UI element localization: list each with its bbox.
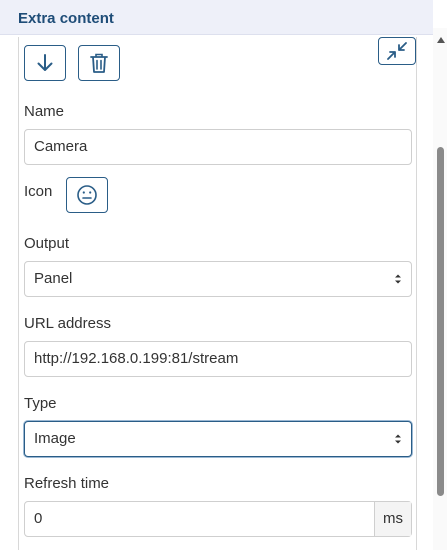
name-input[interactable]: Camera: [24, 129, 412, 165]
icon-picker-button[interactable]: [66, 177, 108, 213]
url-label: URL address: [24, 315, 111, 332]
refresh-time-input[interactable]: 0: [34, 502, 42, 536]
trash-icon: [90, 53, 108, 73]
icon-label: Icon: [24, 183, 53, 200]
section-header: Extra content: [0, 0, 433, 35]
select-arrows-icon: [395, 434, 401, 444]
name-label: Name: [24, 103, 65, 120]
collapse-icon: [387, 42, 407, 60]
scroll-up-arrow-icon[interactable]: [437, 37, 445, 43]
move-down-button[interactable]: [24, 45, 66, 81]
type-label: Type: [24, 395, 57, 412]
extra-content-page: Extra content Name Camera Icon Output Pa…: [0, 0, 447, 550]
delete-button[interactable]: [78, 45, 120, 81]
refresh-label: Refresh time: [24, 475, 110, 492]
name-value: Camera: [34, 138, 88, 155]
refresh-unit: ms: [374, 502, 411, 536]
output-label: Output: [24, 235, 70, 252]
url-input[interactable]: http://192.168.0.199:81/stream: [24, 341, 412, 377]
scrollbar-thumb[interactable]: [437, 147, 444, 496]
arrow-down-icon: [37, 54, 53, 71]
type-select[interactable]: Image: [24, 421, 412, 457]
section-title: Extra content: [18, 10, 114, 27]
select-arrows-icon: [395, 274, 401, 284]
smiley-face-icon: [77, 185, 97, 205]
output-value: Panel: [34, 270, 73, 287]
type-value: Image: [34, 430, 76, 447]
collapse-button[interactable]: [378, 37, 416, 65]
url-value: http://192.168.0.199:81/stream: [34, 350, 239, 367]
output-select[interactable]: Panel: [24, 261, 412, 297]
refresh-time-group: 0 ms: [24, 501, 412, 537]
